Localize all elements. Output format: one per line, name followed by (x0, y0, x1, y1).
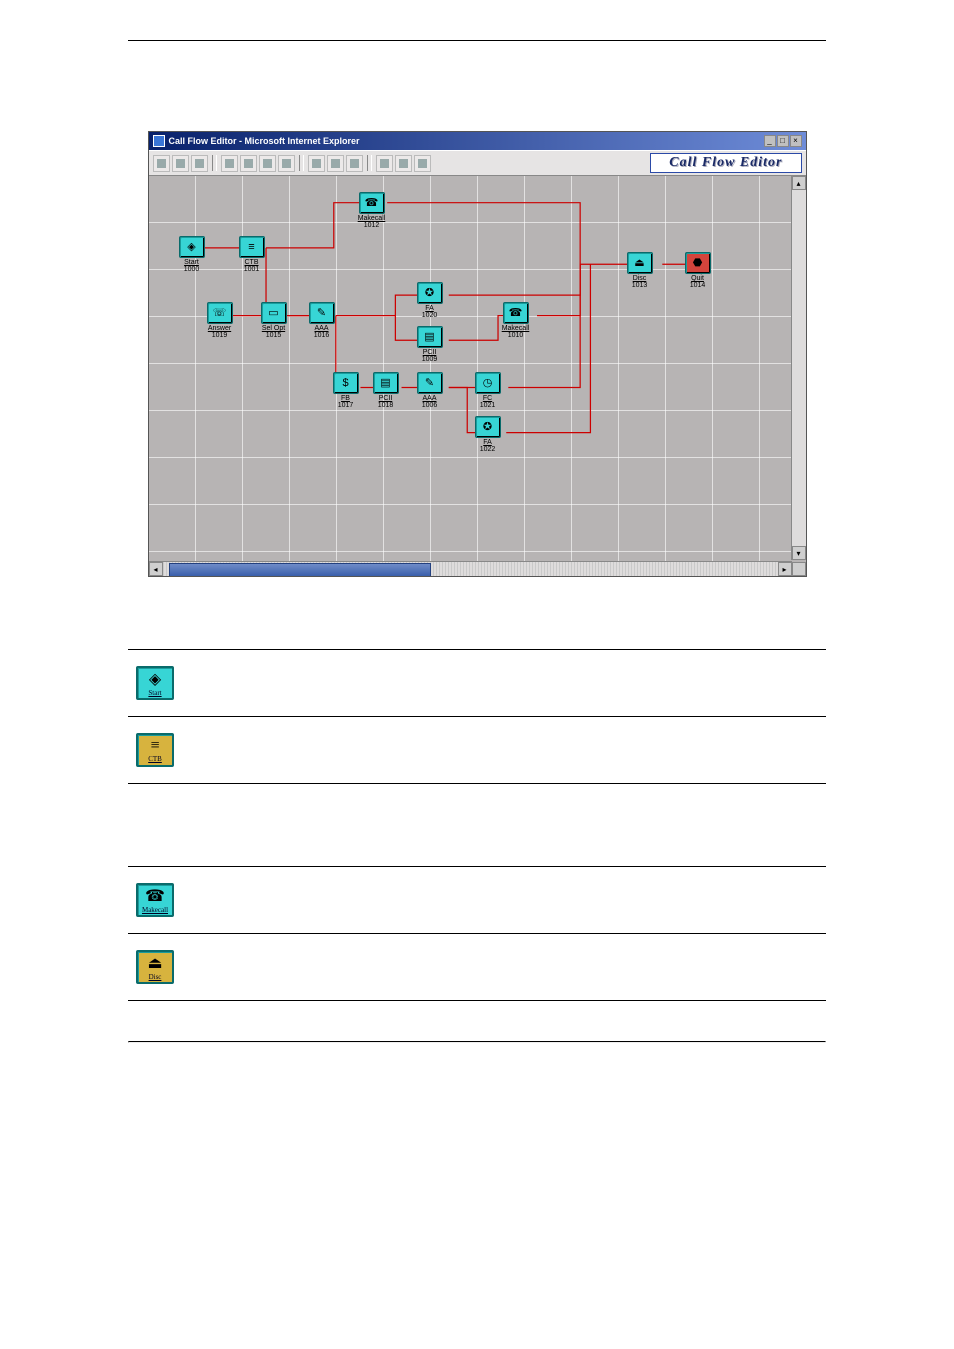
makecall-icon: ☎ (503, 302, 529, 324)
flow-node-makecall[interactable]: ☎Makecall1010 (501, 302, 531, 339)
makecall-description (304, 867, 826, 934)
answer-icon: ☏ (207, 302, 233, 324)
tool-zoom[interactable] (376, 155, 393, 172)
tool-new[interactable] (153, 155, 170, 172)
close-button[interactable]: × (790, 135, 802, 147)
flow-node-fc[interactable]: ◷FC1021 (473, 372, 503, 409)
flow-node-start[interactable]: ◈Start1000 (177, 236, 207, 273)
tool-cut[interactable] (221, 155, 238, 172)
flow-node-pcii[interactable]: ▤PCII1009 (415, 326, 445, 363)
fc-icon: ◷ (475, 372, 501, 394)
description-table-2: ☎Makecall ⏏Disc (128, 834, 826, 1001)
ctb-icon: ≡CTB (136, 733, 174, 767)
fa-icon: ✪ (475, 416, 501, 438)
flow-node-makecall[interactable]: ☎Makecall1012 (357, 192, 387, 229)
start-icon: ◈Start (136, 666, 174, 700)
tool-open[interactable] (172, 155, 189, 172)
scroll-left-arrow-icon[interactable]: ◂ (149, 562, 163, 576)
tool-run[interactable] (414, 155, 431, 172)
flow-node-quit[interactable]: ⬣Quit1014 (683, 252, 713, 289)
start-description (304, 650, 826, 717)
disc-description (304, 934, 826, 1001)
tool-paste[interactable] (259, 155, 276, 172)
tool-copy[interactable] (240, 155, 257, 172)
flow-node-pcii[interactable]: ▤PCII1018 (371, 372, 401, 409)
app-icon (153, 135, 165, 147)
ctb-description (304, 717, 826, 784)
aaa-icon: ✎ (309, 302, 335, 324)
makecall-icon: ☎Makecall (136, 883, 174, 917)
makecall-icon: ☎ (359, 192, 385, 214)
flow-node-sel-opt[interactable]: ▭Sel Opt1015 (259, 302, 289, 339)
tool-delete[interactable] (278, 155, 295, 172)
tool-save[interactable] (191, 155, 208, 172)
app-window: Call Flow Editor - Microsoft Internet Ex… (148, 131, 807, 577)
pcii-icon: ▤ (373, 372, 399, 394)
minimize-button[interactable]: _ (764, 135, 776, 147)
scroll-corner (792, 562, 806, 576)
flow-node-fa[interactable]: ✪FA1022 (473, 416, 503, 453)
disc-icon: ⏏Disc (136, 950, 174, 984)
description-table-1: ◈Start ≡CTB (128, 617, 826, 784)
scroll-up-arrow-icon[interactable]: ▴ (792, 176, 806, 190)
flow-node-fb[interactable]: $FB1017 (331, 372, 361, 409)
sel-opt-icon: ▭ (261, 302, 287, 324)
aaa-icon: ✎ (417, 372, 443, 394)
brand-label: Call Flow Editor (650, 153, 801, 173)
titlebar: Call Flow Editor - Microsoft Internet Ex… (149, 132, 806, 150)
horizontal-scrollbar[interactable]: ◂ ▸ (149, 561, 792, 576)
ctb-icon: ≡ (239, 236, 265, 258)
vertical-scrollbar[interactable]: ▴ ▾ (791, 176, 806, 560)
pcii-icon: ▤ (417, 326, 443, 348)
flow-node-aaa[interactable]: ✎AAA1016 (307, 302, 337, 339)
tool-grid[interactable] (395, 155, 412, 172)
window-title: Call Flow Editor - Microsoft Internet Ex… (169, 136, 360, 146)
tool-arrow[interactable] (308, 155, 325, 172)
flow-node-ctb[interactable]: ≡CTB1001 (237, 236, 267, 273)
maximize-button[interactable]: □ (777, 135, 789, 147)
scroll-down-arrow-icon[interactable]: ▾ (792, 546, 806, 560)
flow-node-answer[interactable]: ☏Answer1019 (205, 302, 235, 339)
flow-node-fa[interactable]: ✪FA1020 (415, 282, 445, 319)
canvas[interactable]: ◈Start1000 ≡CTB1001 ☎Makecall1012 ☏Answer10… (149, 176, 806, 576)
flow-node-disc[interactable]: ⏏Disc1013 (625, 252, 655, 289)
tool-refresh[interactable] (346, 155, 363, 172)
disc-icon: ⏏ (627, 252, 653, 274)
flow-node-aaa[interactable]: ✎AAA1006 (415, 372, 445, 409)
scroll-right-arrow-icon[interactable]: ▸ (778, 562, 792, 576)
start-icon: ◈ (179, 236, 205, 258)
toolbar: Call Flow Editor (149, 150, 806, 176)
quit-icon: ⬣ (685, 252, 711, 274)
fa-icon: ✪ (417, 282, 443, 304)
tool-hand[interactable] (327, 155, 344, 172)
scroll-thumb[interactable] (169, 563, 431, 576)
fb-icon: $ (333, 372, 359, 394)
